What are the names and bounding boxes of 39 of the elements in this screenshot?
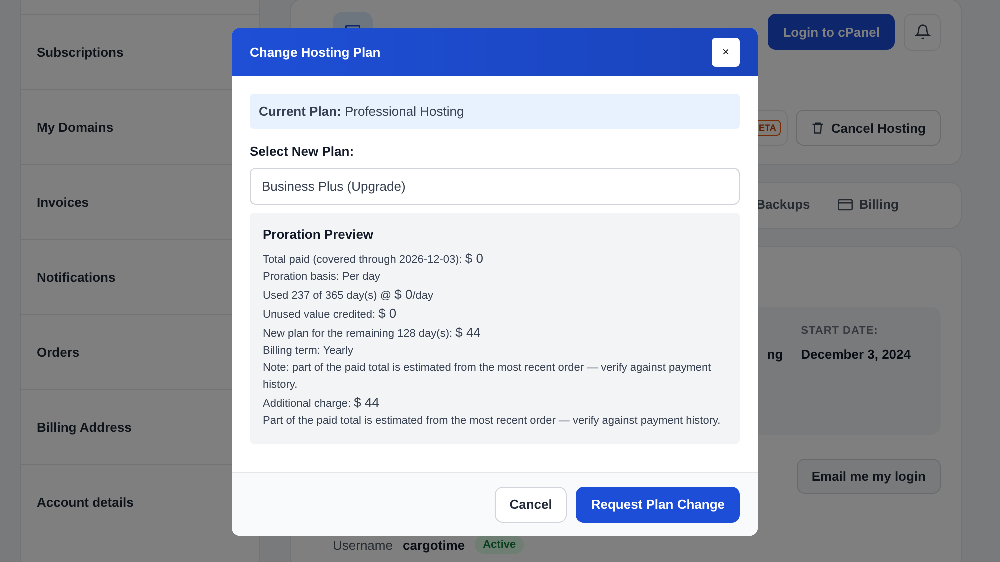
start-date-label: START DATE:	[801, 325, 880, 337]
sidebar-item[interactable]: Orders	[37, 344, 80, 360]
trash-icon	[811, 121, 826, 135]
cancel-button[interactable]: Cancel	[494, 486, 568, 522]
preview-title: Proration Preview	[263, 227, 375, 242]
plan-select-field[interactable]: Business Plus (Upgrade)	[250, 168, 740, 205]
preview-line: Part of the paid total is estimated from the most recent order — verify against payment history.	[263, 414, 722, 429]
notifications-button[interactable]	[904, 14, 941, 50]
preview-line: Additional charge: $ 44	[263, 394, 380, 412]
dialog-title: Change Hosting Plan	[250, 44, 381, 60]
email-login-button[interactable]: Email me my login	[796, 459, 941, 494]
username-value: cargotime	[402, 538, 466, 552]
sidebar-item[interactable]: Account details	[37, 494, 134, 510]
preview-line: Billing term: Yearly	[263, 344, 354, 359]
sidebar-item[interactable]: My Domains	[37, 120, 114, 134]
preview-line: New plan for the remaining 128 day(s): $ 44	[263, 324, 482, 342]
tab[interactable]: Backups	[756, 193, 810, 218]
preview-line: Note: part of the paid total is estimated from the most recent order — verify against payment history.	[263, 361, 712, 393]
login-cpanel-button[interactable]: Login to cPanel	[768, 14, 895, 50]
detail-value: ng	[767, 347, 784, 364]
bell-icon	[914, 24, 930, 40]
preview-line: Total paid (covered through 2026-12-03): $ 0	[263, 250, 484, 268]
preview-line: Used 237 of 365 day(s) @ $ 0/day	[263, 286, 435, 304]
preview-line: Proration basis: Per day	[263, 270, 382, 285]
sidebar-item[interactable]: Invoices	[37, 194, 90, 210]
username-label: Username	[333, 538, 393, 552]
close-button[interactable]: ×	[712, 38, 740, 66]
request-plan-change-button[interactable]: Request Plan Change	[576, 486, 740, 522]
status-badge: Active	[475, 536, 524, 554]
card-icon	[838, 198, 854, 210]
sidebar-item[interactable]: Subscriptions	[37, 44, 124, 60]
select-label: Select New Plan:	[250, 144, 356, 159]
sidebar-item[interactable]: Billing Address	[37, 420, 132, 434]
cancel-hosting-button[interactable]: Cancel Hosting	[796, 110, 941, 146]
preview-line: Unused value credited: $ 0	[263, 305, 398, 323]
sidebar-item[interactable]: Notifications	[37, 270, 116, 284]
start-date-value: December 3, 2024	[801, 347, 911, 362]
tab[interactable]: Billing	[838, 193, 899, 218]
current-plan: Current Plan: Professional Hosting	[250, 94, 740, 129]
